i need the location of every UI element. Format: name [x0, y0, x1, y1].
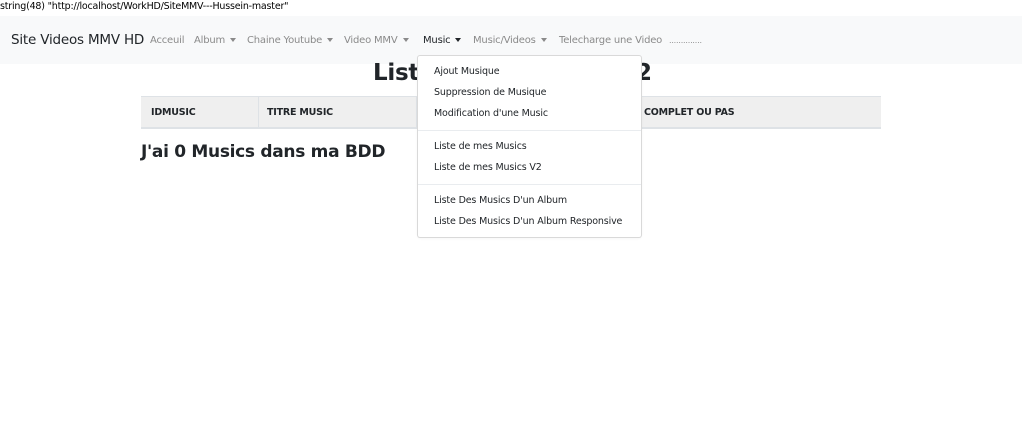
nav-item-telecharge-video[interactable]: Telecharge une Video: [559, 35, 662, 46]
menu-item-liste-musics[interactable]: Liste de mes Musics: [434, 141, 527, 152]
caret-down-icon: [230, 38, 237, 42]
nav-item-music[interactable]: Music: [423, 35, 462, 46]
caret-down-icon: [402, 38, 409, 42]
nav-item-video-mmv[interactable]: Video MMV: [344, 35, 409, 46]
music-count-text: J'ai 0 Musics dans ma BDD: [141, 142, 386, 162]
column-header-complet: COMPLET OU PAS: [644, 107, 735, 118]
nav-item-acceuil[interactable]: Acceuil: [150, 35, 185, 46]
nav-label: Video MMV: [344, 35, 398, 46]
column-header-idmusic: IDMUSIC: [151, 107, 196, 118]
nav-label: Chaine Youtube: [247, 35, 323, 46]
caret-down-icon: [455, 38, 462, 42]
nav-label: ..............: [669, 36, 702, 45]
column-header-titre-music: TITRE MUSIC: [267, 107, 333, 118]
menu-item-ajout-musique[interactable]: Ajout Musique: [434, 66, 500, 77]
menu-divider: [418, 184, 641, 185]
debug-output: string(48) "http://localhost/WorkHD/Site…: [0, 1, 289, 12]
nav-label: Album: [194, 35, 226, 46]
menu-item-modification-music[interactable]: Modification d'une Music: [434, 108, 548, 119]
menu-item-liste-musics-album[interactable]: Liste Des Musics D'un Album: [434, 195, 567, 206]
nav-label: Music/Videos: [473, 35, 536, 46]
menu-item-suppression-musique[interactable]: Suppression de Musique: [434, 87, 546, 98]
nav-item-album[interactable]: Album: [194, 35, 237, 46]
nav-label: Telecharge une Video: [559, 35, 663, 46]
nav-item-chaine-youtube[interactable]: Chaine Youtube: [247, 35, 334, 46]
nav-label: Acceuil: [150, 35, 185, 46]
navbar-brand[interactable]: Site Videos MMV HD: [11, 32, 144, 48]
caret-down-icon: [327, 38, 334, 42]
caret-down-icon: [540, 38, 547, 42]
menu-item-liste-musics-album-responsive[interactable]: Liste Des Musics D'un Album Responsive: [434, 216, 622, 227]
nav-label: Music: [423, 35, 451, 46]
menu-divider: [418, 130, 641, 131]
nav-item-dots[interactable]: ..............: [669, 36, 702, 45]
nav-item-music-videos[interactable]: Music/Videos: [473, 35, 547, 46]
column-divider: [258, 97, 259, 128]
music-dropdown-menu: Ajout Musique Suppression de Musique Mod…: [417, 55, 642, 238]
menu-item-liste-musics-v2[interactable]: Liste de mes Musics V2: [434, 162, 542, 173]
